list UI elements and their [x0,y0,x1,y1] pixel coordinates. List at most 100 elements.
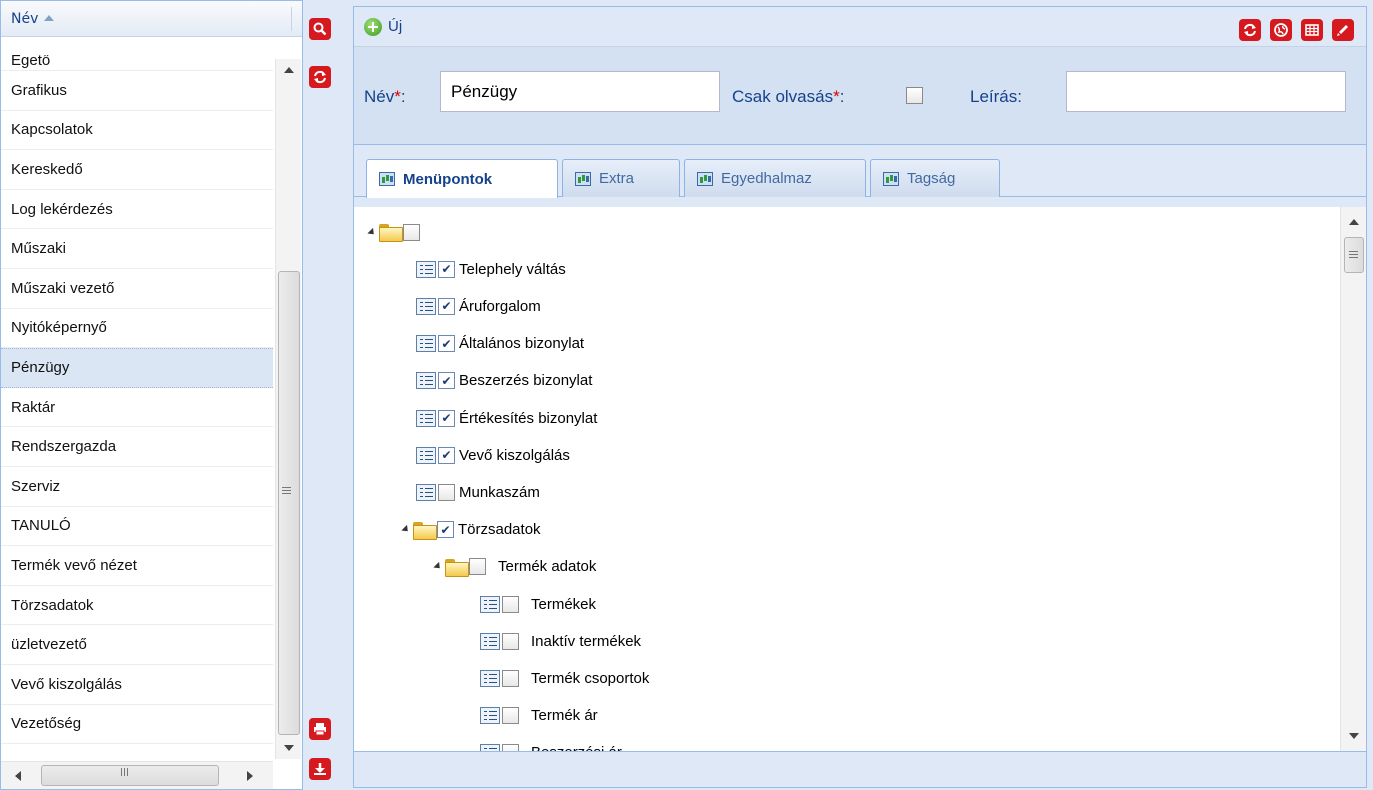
scroll-thumb[interactable] [278,271,300,735]
list-item[interactable]: Szerviz [1,467,273,507]
grid-button[interactable] [1301,19,1323,41]
menu-item-icon [480,595,500,613]
tree-checkbox[interactable] [438,372,455,390]
tree-checkbox[interactable] [502,595,519,613]
expand-arrow-icon[interactable] [401,524,411,535]
menu-tree: Telephely váltás Áruforgalom Általános biz… [354,207,1366,751]
list-vertical-scrollbar[interactable] [275,59,301,759]
tree-checkbox[interactable] [502,669,519,687]
tree-node[interactable]: Termék ár [480,701,598,731]
readonly-checkbox[interactable] [906,87,923,104]
tab-label: Tagság [907,170,956,187]
list-item[interactable]: Kapcsolatok [1,111,273,151]
tree-checkbox[interactable] [469,558,486,576]
tab-egyedhalmaz[interactable]: Egyedhalmaz [684,159,866,197]
scroll-down-arrow-icon[interactable] [284,745,294,751]
scroll-thumb-horizontal[interactable] [41,765,219,786]
tree-vertical-scrollbar[interactable] [1340,207,1366,751]
list-item[interactable]: üzletvezető [1,625,273,665]
tree-checkbox[interactable] [438,409,455,427]
list-item[interactable]: Pénzügy [1,348,273,388]
download-icon [314,763,326,775]
name-column-header[interactable]: Név [1,1,302,37]
list-item[interactable]: Kereskedő [1,150,273,190]
tree-node[interactable]: Áruforgalom [416,291,541,321]
tree-node[interactable]: Termékek [480,589,596,619]
tab-tags-g[interactable]: Tagság [870,159,1000,197]
edit-button[interactable] [1332,19,1354,41]
tree-node-label: Általános bizonylat [459,335,585,353]
list-item[interactable]: Törzsadatok [1,586,273,626]
tree-checkbox[interactable] [438,260,455,278]
tree-node[interactable] [367,217,424,247]
tree-node[interactable]: Beszerzési ár [480,738,622,751]
menu-item-icon [416,372,436,390]
scroll-down-arrow-icon[interactable] [1349,733,1359,739]
tree-node[interactable]: Törzsadatok [401,515,541,545]
tree-checkbox[interactable] [438,483,455,501]
tree-node[interactable]: Általános bizonylat [416,329,584,359]
expand-arrow-icon[interactable] [367,227,377,237]
tree-node[interactable]: Munkaszám [416,477,540,507]
table-icon [883,171,899,186]
add-icon [364,17,382,36]
tree-node-label: Termék ár [531,707,598,725]
refresh-list-button[interactable] [309,66,331,88]
list-item[interactable]: Termék vevő nézet [1,546,273,586]
grid-icon [1305,24,1319,36]
tree-node-label: Munkaszám [459,483,540,501]
scroll-right-arrow-icon[interactable] [247,771,253,781]
description-input[interactable] [1066,71,1346,112]
tree-node[interactable]: Termék csoportok [480,663,649,693]
role-list: Égető Grafikus Kapcsolatok Kereskedő Log lek… [1,55,273,759]
tree-node[interactable]: Értékesítés bizonylat [416,403,597,433]
tree-checkbox[interactable] [438,446,455,464]
list-horizontal-scrollbar[interactable] [1,761,273,789]
list-item[interactable]: Égető [1,55,273,71]
list-item[interactable]: Műszaki vezető [1,269,273,309]
new-button[interactable]: Új [364,17,402,36]
tree-node[interactable]: Inaktív termékek [480,626,641,656]
tab-men-pontok[interactable]: Menüpontok [366,159,558,198]
download-button[interactable] [309,758,331,780]
scroll-up-arrow-icon[interactable] [284,67,294,73]
scroll-thumb[interactable] [1344,237,1364,273]
tab-extra[interactable]: Extra [562,159,680,197]
list-item[interactable]: Raktár [1,388,273,428]
grip-icon [282,487,291,488]
table-icon [379,172,395,186]
tree-checkbox[interactable] [502,707,519,725]
globe-button[interactable] [1270,19,1292,41]
list-item[interactable]: Rendszergazda [1,427,273,467]
tree-checkbox[interactable] [403,223,420,241]
tree-node[interactable]: Telephely váltás [416,254,566,284]
list-item[interactable]: TANULÓ [1,507,273,547]
column-separator [291,7,292,31]
scroll-up-arrow-icon[interactable] [1349,219,1359,225]
refresh-button[interactable] [1239,19,1261,41]
list-item[interactable]: Vevő kiszolgálás [1,665,273,705]
name-column-label: Név [11,10,39,27]
tree-checkbox[interactable] [437,521,454,539]
print-button[interactable] [309,718,331,740]
tree-node[interactable]: Vevő kiszolgálás [416,440,570,470]
tree-checkbox[interactable] [502,744,519,751]
tree-node-label: Vevő kiszolgálás [459,446,570,464]
list-item[interactable]: Nyitóképernyő [1,309,273,349]
tree-node[interactable]: Beszerzés bizonylat [416,366,592,396]
tree-node[interactable]: Termék adatok [433,552,596,582]
scroll-left-arrow-icon[interactable] [15,771,21,781]
search-button[interactable] [309,18,331,40]
expand-arrow-icon[interactable] [433,562,443,572]
list-item[interactable]: Vezetőség [1,705,273,745]
tree-checkbox[interactable] [438,297,455,315]
list-item[interactable]: Log lekérdezés [1,190,273,230]
list-item[interactable]: Grafikus [1,71,273,111]
tree-checkbox[interactable] [502,632,519,650]
name-input[interactable] [440,71,720,112]
search-icon [313,22,327,36]
list-item[interactable]: Műszaki [1,229,273,269]
tree-node-label: Áruforgalom [459,297,541,315]
tree-checkbox[interactable] [438,335,455,353]
menu-item-icon [480,669,500,687]
